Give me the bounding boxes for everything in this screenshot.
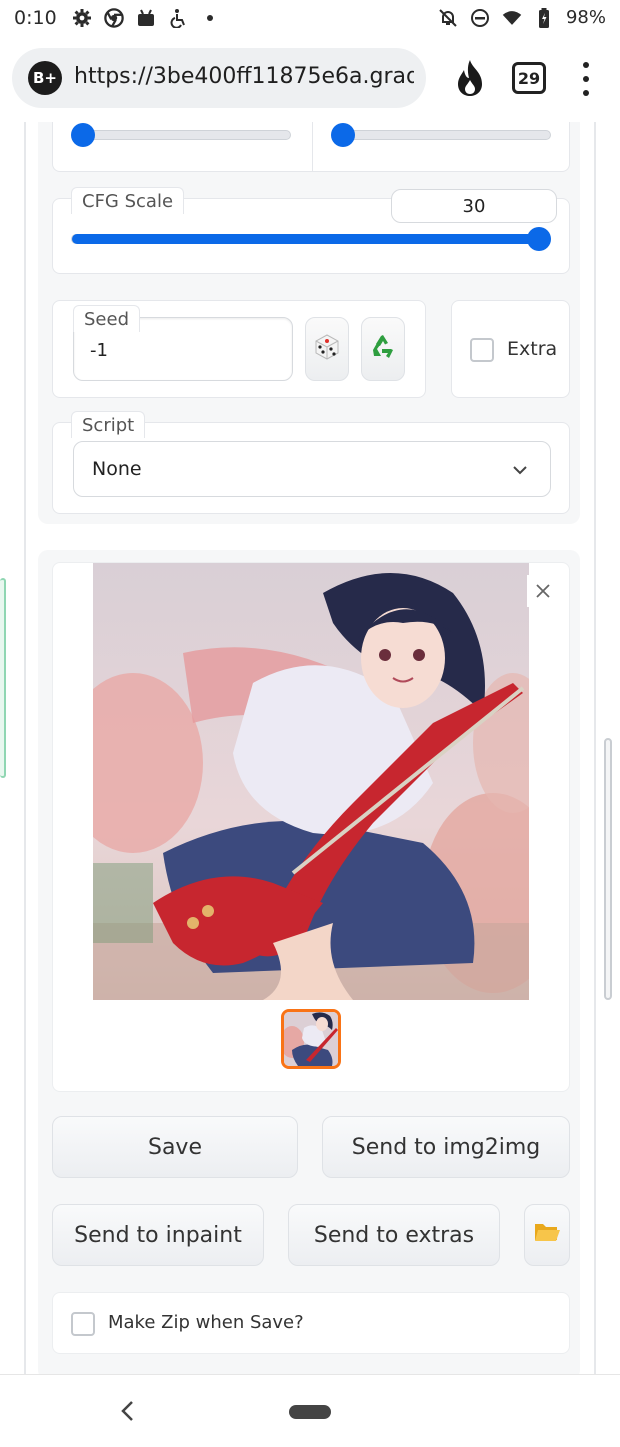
url-text[interactable]: https://3be400ff11875e6a.grad bbox=[74, 64, 414, 92]
status-time: 0:10 bbox=[14, 7, 57, 29]
page-scrollbar[interactable] bbox=[604, 738, 612, 1000]
system-nav-bar bbox=[0, 1374, 620, 1447]
mute-icon bbox=[438, 8, 458, 28]
extra-label: Extra bbox=[507, 338, 558, 360]
cfg-scale-value[interactable]: 30 bbox=[391, 189, 557, 223]
seed-value: -1 bbox=[90, 340, 108, 361]
web-page: CFG Scale 30 -1 Seed Extra Script None S… bbox=[0, 122, 620, 1374]
extra-card: Extra bbox=[451, 300, 570, 398]
script-selected: None bbox=[92, 458, 142, 480]
send-to-img2img-button[interactable]: Send to img2img bbox=[322, 1116, 570, 1178]
script-dropdown[interactable]: None bbox=[73, 441, 551, 497]
home-pill[interactable] bbox=[289, 1405, 331, 1419]
send-to-inpaint-button[interactable]: Send to inpaint bbox=[52, 1204, 264, 1266]
reuse-seed-button[interactable] bbox=[361, 317, 405, 381]
seed-label: Seed bbox=[73, 305, 140, 332]
overflow-menu-icon[interactable] bbox=[578, 62, 594, 96]
left-slider-knob[interactable] bbox=[71, 123, 95, 147]
seed-card: -1 Seed bbox=[52, 300, 426, 398]
save-button[interactable]: Save bbox=[52, 1116, 298, 1178]
send-to-extras-button[interactable]: Send to extras bbox=[288, 1204, 500, 1266]
extra-checkbox[interactable] bbox=[470, 338, 494, 362]
side-tab-handle[interactable] bbox=[0, 578, 6, 778]
chevron-down-icon bbox=[510, 460, 530, 480]
make-zip-checkbox[interactable] bbox=[71, 1312, 95, 1336]
android-debug-icon bbox=[136, 8, 156, 28]
settings-icon bbox=[72, 8, 92, 28]
gallery-thumbnail[interactable] bbox=[281, 1009, 341, 1069]
page-border-left bbox=[24, 122, 26, 1374]
page-border-right bbox=[594, 122, 596, 1374]
left-slider-track[interactable] bbox=[73, 130, 291, 140]
right-slider-knob[interactable] bbox=[331, 123, 355, 147]
notification-dot-icon bbox=[200, 8, 220, 28]
gallery-card bbox=[52, 562, 570, 1092]
site-badge[interactable]: B+ bbox=[28, 61, 62, 95]
sliders-card bbox=[52, 122, 570, 172]
dice-icon bbox=[313, 333, 341, 365]
folder-icon bbox=[533, 1220, 561, 1250]
script-label: Script bbox=[71, 411, 146, 438]
cfg-scale-card: CFG Scale 30 bbox=[52, 187, 570, 274]
close-icon[interactable] bbox=[527, 575, 559, 607]
back-icon[interactable] bbox=[116, 1399, 140, 1423]
wifi-icon bbox=[502, 8, 522, 28]
battery-icon bbox=[534, 7, 554, 28]
url-bar[interactable]: B+ https://3be400ff11875e6a.grad bbox=[12, 48, 426, 108]
cfg-scale-label: CFG Scale bbox=[71, 187, 185, 214]
fire-icon[interactable] bbox=[452, 58, 488, 98]
recycle-icon bbox=[368, 332, 398, 366]
random-seed-button[interactable] bbox=[305, 317, 349, 381]
generated-image[interactable] bbox=[93, 563, 529, 1000]
status-bar: 0:10 98% bbox=[0, 0, 620, 38]
accessibility-icon bbox=[168, 8, 188, 28]
make-zip-card: Make Zip when Save? bbox=[52, 1292, 570, 1354]
right-slider-track[interactable] bbox=[333, 130, 551, 140]
chrome-icon bbox=[104, 8, 124, 28]
script-card: Script None bbox=[52, 411, 570, 514]
battery-percent: 98% bbox=[565, 7, 606, 28]
cfg-scale-slider-track[interactable] bbox=[71, 234, 551, 244]
tabs-icon[interactable]: 29 bbox=[512, 62, 546, 94]
open-folder-button[interactable] bbox=[524, 1204, 570, 1266]
cfg-scale-slider-knob[interactable] bbox=[527, 227, 551, 251]
dnd-icon bbox=[470, 8, 490, 28]
make-zip-label: Make Zip when Save? bbox=[108, 1312, 304, 1333]
browser-toolbar: B+ https://3be400ff11875e6a.grad 29 bbox=[0, 38, 620, 122]
